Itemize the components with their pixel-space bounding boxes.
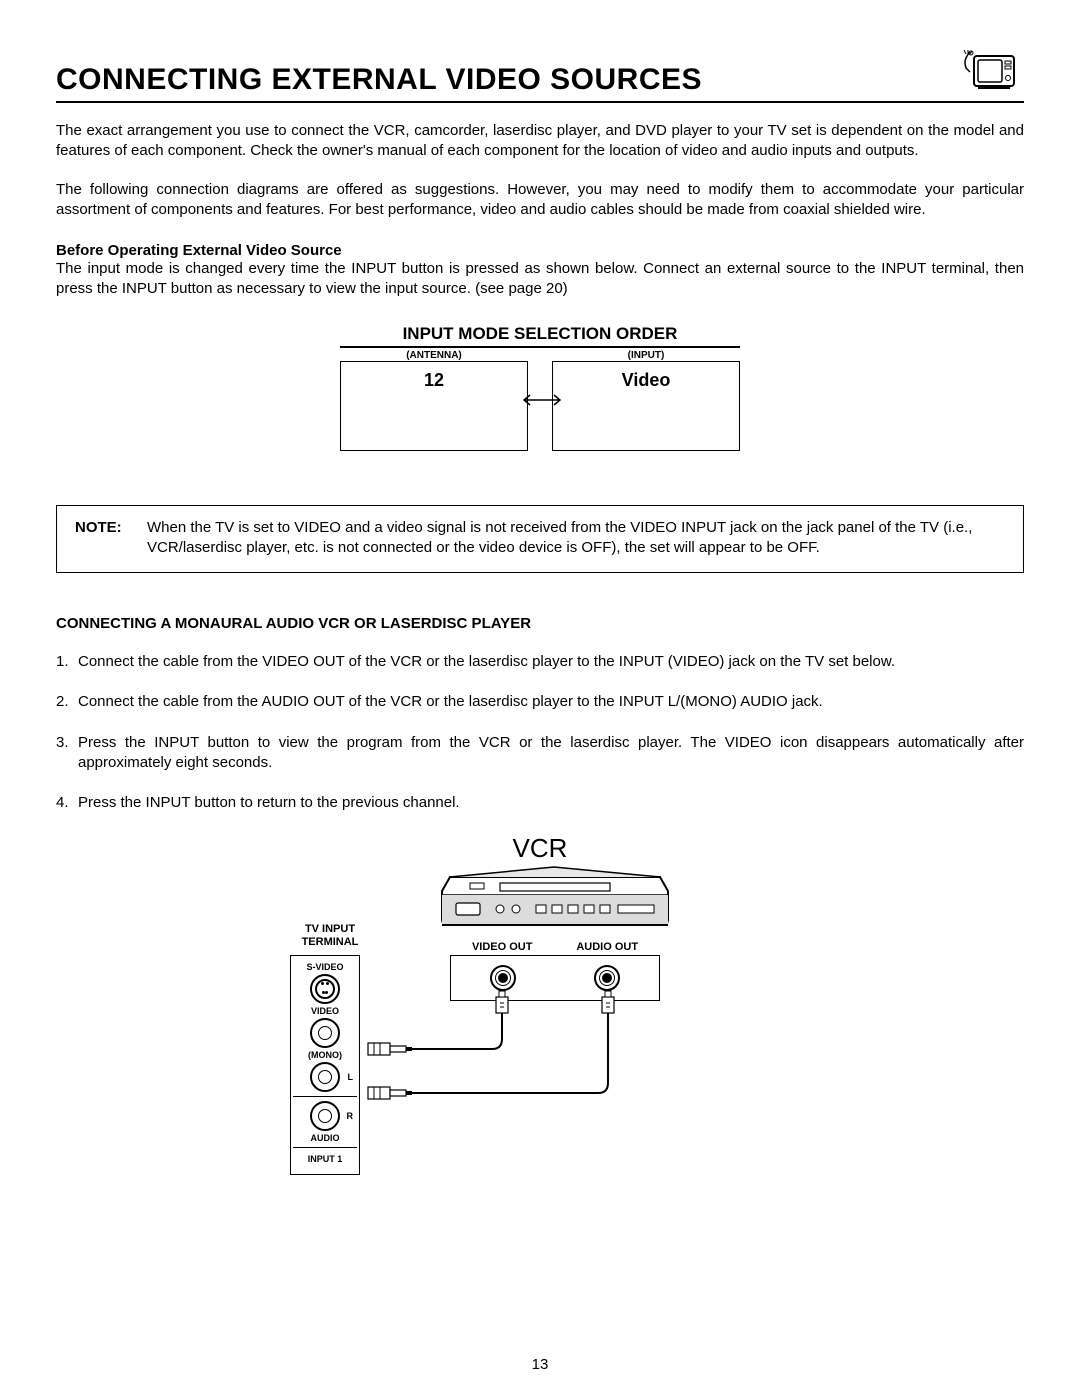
step-item: Press the INPUT button to return to the … bbox=[56, 793, 1024, 813]
mode-arrow-icon bbox=[528, 380, 552, 455]
mode-left-label: (ANTENNA) bbox=[340, 350, 528, 361]
cable-icon bbox=[280, 833, 800, 1253]
step-item: Press the INPUT button to view the progr… bbox=[56, 733, 1024, 774]
note-label: NOTE: bbox=[75, 518, 147, 559]
before-heading: Before Operating External Video Source bbox=[56, 242, 1024, 259]
mode-right-label: (INPUT) bbox=[552, 350, 740, 361]
mode-caption: INPUT MODE SELECTION ORDER bbox=[340, 324, 740, 348]
page-title: CONNECTING EXTERNAL VIDEO SOURCES bbox=[56, 63, 702, 97]
page-number: 13 bbox=[0, 1356, 1080, 1373]
input-mode-block: INPUT MODE SELECTION ORDER (ANTENNA) 12 … bbox=[340, 324, 740, 455]
connecting-heading: CONNECTING A MONAURAL AUDIO VCR OR LASER… bbox=[56, 615, 1024, 632]
step-item: Connect the cable from the AUDIO OUT of … bbox=[56, 692, 1024, 712]
mode-right-box: Video bbox=[552, 361, 740, 451]
mode-left-box: 12 bbox=[340, 361, 528, 451]
note-body: When the TV is set to VIDEO and a video … bbox=[147, 518, 1005, 559]
before-body: The input mode is changed every time the… bbox=[56, 259, 1024, 300]
steps-list: Connect the cable from the VIDEO OUT of … bbox=[56, 652, 1024, 813]
note-box: NOTE: When the TV is set to VIDEO and a … bbox=[56, 505, 1024, 574]
vcr-diagram: VCR VIDEO OUT AUDIO OUT bbox=[280, 833, 800, 1253]
page-header: CONNECTING EXTERNAL VIDEO SOURCES bbox=[56, 48, 1024, 103]
intro-paragraph-1: The exact arrangement you use to connect… bbox=[56, 121, 1024, 162]
step-item: Connect the cable from the VIDEO OUT of … bbox=[56, 652, 1024, 672]
intro-paragraph-2: The following connection diagrams are of… bbox=[56, 180, 1024, 221]
tv-icon bbox=[960, 48, 1024, 97]
